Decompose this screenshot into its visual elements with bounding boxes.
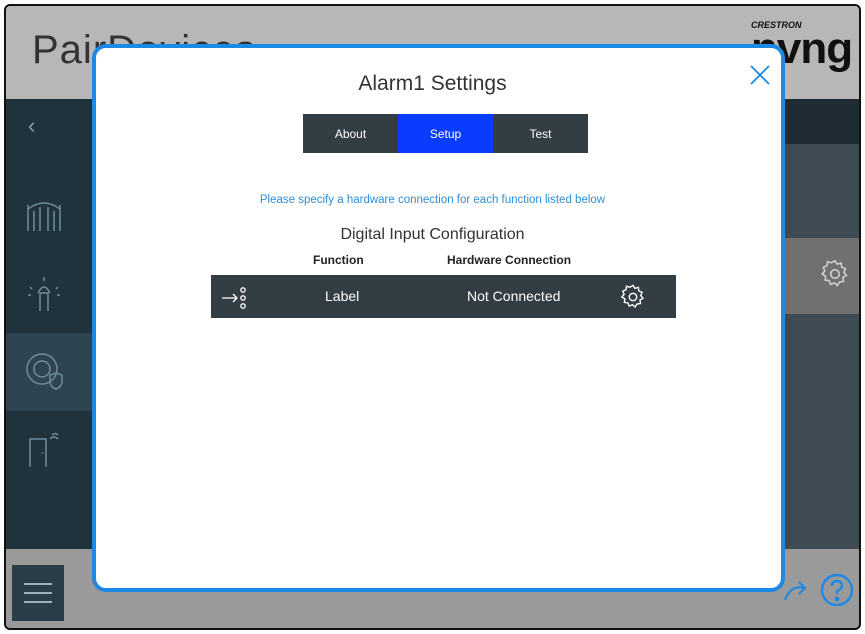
instruction-text: Please specify a hardware connection for… xyxy=(259,194,606,206)
tab-about[interactable]: About xyxy=(303,114,398,153)
input-arrow-icon xyxy=(222,287,246,309)
table-row[interactable]: Label Not Connected xyxy=(211,275,676,318)
section-title: Digital Input Configuration xyxy=(340,226,525,243)
door-sensor-icon xyxy=(29,432,59,467)
column-header-function: Function xyxy=(313,253,364,267)
back-chevron-icon[interactable]: ‹ xyxy=(28,113,35,139)
modal-title: Alarm1 Settings xyxy=(358,72,507,95)
function-label: Label xyxy=(325,288,360,304)
tab-bar: About Setup Test xyxy=(303,114,588,153)
hardware-connection-value: Not Connected xyxy=(467,288,561,304)
gear-icon[interactable] xyxy=(819,258,851,290)
rail-item-door[interactable] xyxy=(6,411,102,489)
tab-setup[interactable]: Setup xyxy=(398,114,493,153)
column-header-hardware: Hardware Connection xyxy=(447,253,572,267)
sprinkler-icon xyxy=(28,277,60,311)
gear-icon[interactable] xyxy=(619,283,647,311)
left-rail: ‹ xyxy=(6,99,102,549)
rail-item-security[interactable] xyxy=(6,333,102,411)
share-icon[interactable] xyxy=(781,578,809,606)
tab-test[interactable]: Test xyxy=(493,114,588,153)
help-icon[interactable] xyxy=(819,572,855,608)
security-icon xyxy=(26,353,63,390)
menu-icon[interactable] xyxy=(12,565,64,621)
rail-item-sprinkler[interactable] xyxy=(6,255,102,333)
